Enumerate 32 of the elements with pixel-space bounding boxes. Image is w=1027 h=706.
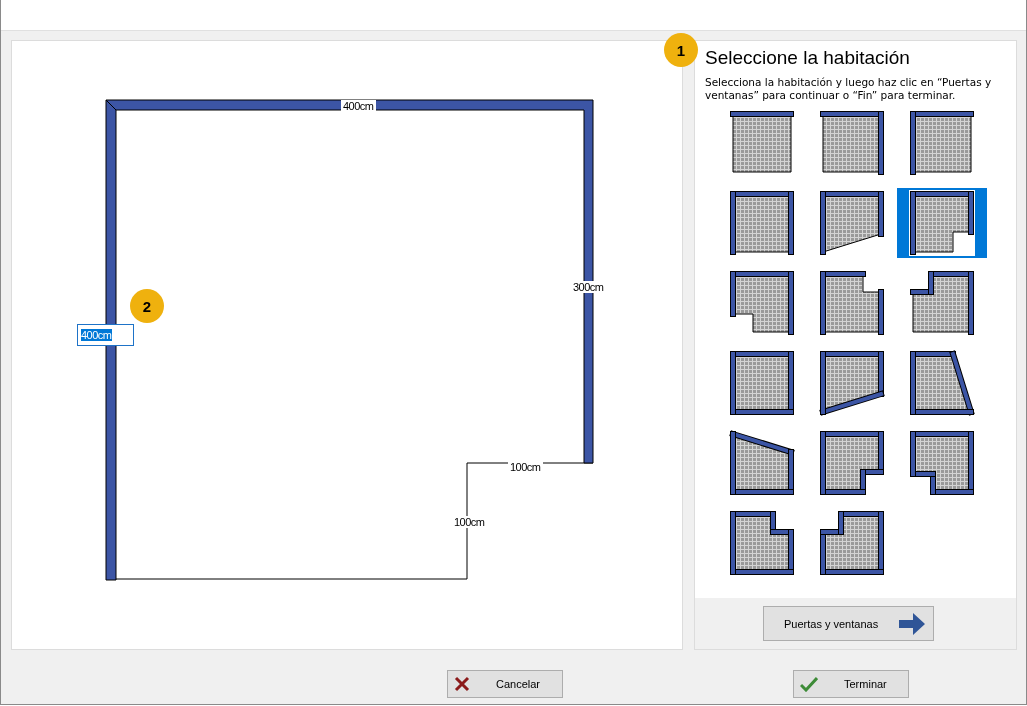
dimension-input-field[interactable]: 400cm: [77, 324, 134, 346]
room-shape-icon: [729, 111, 794, 173]
room-layout-option[interactable]: [896, 188, 987, 258]
step-number-badge: 1: [664, 33, 698, 67]
room-shape-icon: [729, 351, 794, 415]
room-shape-icon: [819, 351, 884, 415]
room-shape-icon: [819, 111, 884, 175]
close-icon: [454, 676, 470, 692]
room-shape-icon: [819, 511, 884, 575]
panel-title: Seleccione la habitación: [704, 47, 911, 69]
right-arrow-icon: [899, 612, 925, 635]
doors-windows-button[interactable]: Puertas y ventanas: [763, 606, 934, 641]
room-shape-icon: [729, 191, 794, 255]
room-shape-icon: [729, 431, 794, 495]
dimension-label: 300cm: [571, 281, 606, 293]
finish-button[interactable]: Terminar: [793, 670, 909, 698]
cancel-button[interactable]: Cancelar: [447, 670, 563, 698]
room-shape-icon: [909, 111, 974, 175]
room-shape-icon: [909, 351, 974, 415]
checkmark-icon: [800, 676, 818, 692]
instruction-text: Selecciona la habitación y luego haz clic en “Puertas y ventanas” para continuar o “Fin” para terminar.: [704, 76, 993, 102]
dimension-label: 100cm: [508, 461, 543, 473]
room-shape-icon: [819, 271, 884, 335]
room-shape-icon: [729, 511, 794, 575]
room-shape-icon: [819, 191, 884, 255]
room-shape-icon: [909, 271, 974, 335]
dimension-label: 100cm: [452, 516, 487, 528]
room-shape-icon: [819, 431, 884, 495]
room-shape-icon: [909, 191, 974, 255]
room-shape-icon: [909, 431, 974, 495]
dimension-label: 400cm: [341, 100, 376, 112]
room-shape-icon: [729, 271, 794, 335]
